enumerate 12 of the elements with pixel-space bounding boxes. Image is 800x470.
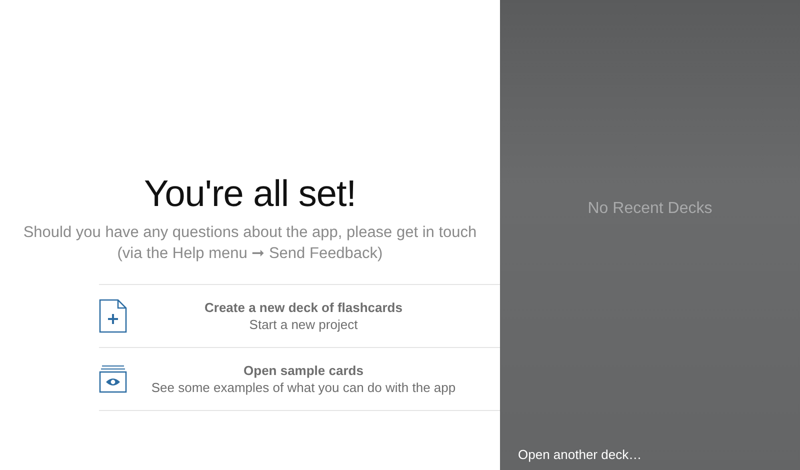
action-item[interactable]: Create a new deck of flashcards Start a new project — [99, 285, 500, 348]
welcome-title: You're all set! — [144, 172, 356, 216]
new-document-icon — [99, 299, 127, 333]
empty-message: No Recent Decks — [588, 200, 712, 219]
action-title: Open sample cards — [244, 363, 364, 378]
welcome-message: Should you have any questions about the app, please get in touch — [23, 223, 477, 243]
action-item[interactable]: Open sample cards See some examples of what you can do with the app — [99, 348, 500, 411]
action-subtitle: See some examples of what you can do with the app — [151, 380, 456, 395]
welcome-message: (via the Help menu ➞ Send Feedback) — [117, 244, 383, 264]
open-deck-link[interactable]: Open another deck… — [518, 447, 642, 462]
action-subtitle: Start a new project — [249, 317, 358, 332]
action-title: Create a new deck of flashcards — [204, 300, 402, 315]
